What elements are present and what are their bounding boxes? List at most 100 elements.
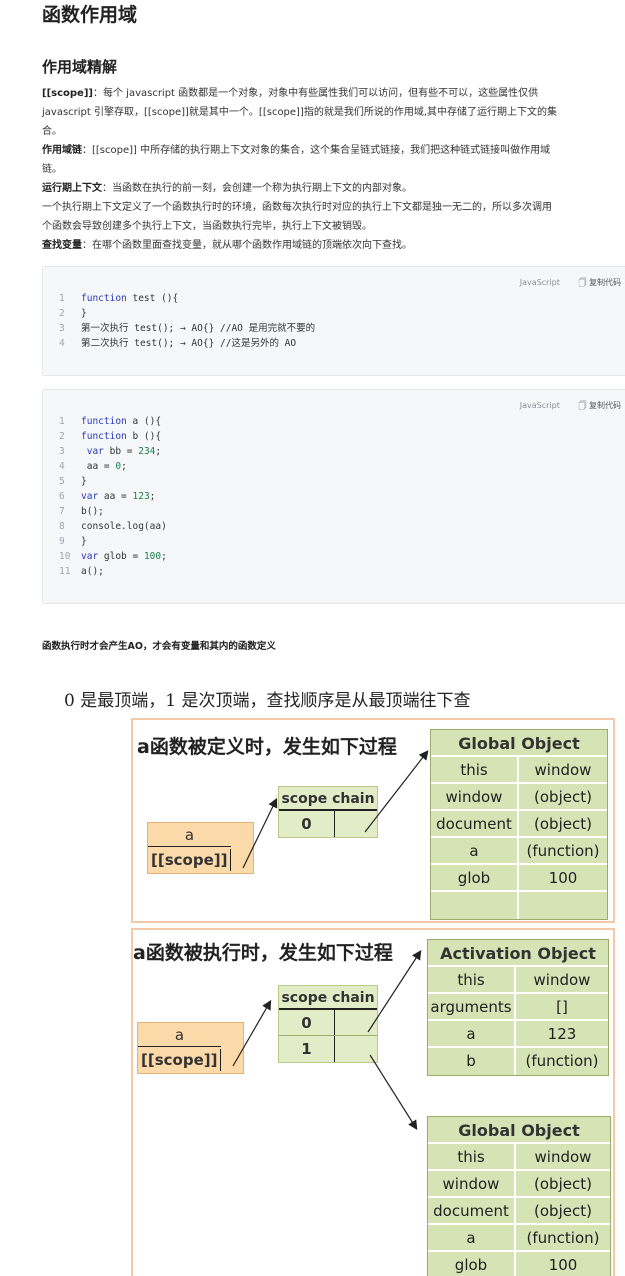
object-row: glob 100 [428,1252,610,1276]
code-line: 2 function b (){ [55,429,167,444]
scope-chain-pointer [335,811,377,837]
page-title: 函数作用域 [42,4,138,26]
scope-chain-title: scope chain [279,986,377,1010]
lookup-term: 查找变量 [42,240,82,251]
context-more-2: 个函数会导致创建多个执行上下文，当函数执行完毕，执行上下文被销毁。 [42,221,372,232]
activation-object-table: Activation Object this window arguments[] a… [427,939,609,1076]
scope-chain-row: 0 [279,1010,377,1036]
object-key: this [428,1144,516,1169]
object-value: 123 [547,1025,577,1043]
scope-chain-index: 0 [279,1010,335,1035]
chain-desc-2: 链。 [42,164,62,175]
line-number: 5 [59,476,65,487]
scope-chain-pointer [335,1010,377,1035]
code-line: 2} [55,306,315,321]
object-value: (object) [534,1175,592,1193]
code-toolbar-2: JavaScript 🗍 复制代码 [520,400,621,414]
object-row: this window [428,1144,610,1171]
context-more-1: 一个执行期上下文定义了一个函数执行时的环境，函数每次执行时对应的执行上下文都是独… [42,202,552,213]
scope-chain-box: scope chain 0 [278,786,378,838]
activation-object-title: Activation Object [428,940,608,967]
object-row: b (function) [428,1048,608,1075]
code-language-label: JavaScript [519,278,560,287]
code-text: } [81,476,87,487]
scope-term: [[scope]] [42,88,93,99]
line-number: 2 [59,308,65,319]
lookup-desc: ：在哪个函数里面查找变量，就从哪个函数作用域链的顶端依次向下查找。 [82,240,412,251]
context-desc: ：当函数在执行的前一刻，会创建一个称为执行期上下文的内部对象。 [102,183,412,194]
object-key: this [431,757,519,782]
definition-panel: a函数被定义时，发生如下过程 a [[scope]] scope chain 0… [131,718,615,923]
object-value: (object) [534,1202,592,1220]
scope-paragraph: [[scope]]：每个 javascript 函数都是一个对象，对象中有些属性… [42,84,625,141]
object-row: window (object) [428,1171,610,1198]
function-a-name: a [138,1023,221,1047]
copy-code-button[interactable]: 🗍 复制代码 [578,278,621,287]
object-value: 100 [548,869,578,887]
scope-chain-title: scope chain [279,787,377,811]
ao-note: 函数执行时才会产生AO，才会有变量和其内的函数定义 [42,641,276,652]
scope-desc-3: 合。 [42,126,62,137]
object-value: window [534,1148,592,1166]
definition-panel-title: a函数被定义时，发生如下过程 [137,736,397,758]
line-number: 9 [59,536,65,547]
execution-panel: a函数被执行时，发生如下过程 a [[scope]] scope chain 0… [131,928,615,1276]
object-key: glob [428,1252,516,1276]
object-row: a 123 [428,1021,608,1048]
scope-chain-box: scope chain 0 1 [278,985,378,1063]
function-a-scope-label: [[scope]] [141,1051,218,1069]
object-key: document [431,811,519,836]
line-number: 11 [59,566,71,577]
object-row: this window [428,967,608,994]
function-a-box: a [[scope]] [147,822,254,874]
object-key: this [428,967,516,992]
scope-chain-pointer [335,1036,377,1062]
object-value: (object) [534,815,592,833]
function-a-name: a [148,823,231,847]
object-key: window [431,784,519,809]
object-key: window [428,1171,516,1196]
code-line: 10 var glob = 100; [55,549,167,564]
chain-term: 作用域链 [42,145,82,156]
code-text: var aa = 123; [81,491,156,502]
object-value: (object) [534,788,592,806]
context-term: 运行期上下文 [42,183,102,194]
object-value: [] [556,998,568,1016]
line-number: 4 [59,338,65,349]
global-object-title: Global Object [431,730,607,757]
object-key: a [428,1225,516,1250]
line-number: 10 [59,551,71,562]
code-text: a(); [81,566,104,577]
line-number: 6 [59,491,65,502]
code-line: 5} [55,474,167,489]
scope-chain-index: 1 [279,1036,335,1062]
object-key: document [428,1198,516,1223]
execution-panel-title: a函数被执行时，发生如下过程 [133,942,393,964]
global-object-title: Global Object [428,1117,610,1144]
scope-chain-index: 0 [279,811,335,837]
code-line: 4 第二次执行 test(); → AO{} //这是另外的 AO [55,336,315,351]
code-line: 11 a(); [55,564,167,579]
scope-desc-2: javascript 引擎存取，[[scope]]就是其中一个。[[scope]… [42,107,558,118]
code-block-2: JavaScript 🗍 复制代码 1 function a (){2 functi… [42,389,625,604]
code-text: 第一次执行 test(); → AO{} //AO 是用完就不要的 [81,323,316,334]
object-value: window [533,971,591,989]
code-text: b(); [81,506,104,517]
line-number: 1 [59,416,65,427]
function-a-box: a [[scope]] [137,1022,244,1074]
code-text: 第二次执行 test(); → AO{} //这是另外的 AO [81,338,297,349]
code-text: } [81,308,87,319]
code-toolbar-1: JavaScript 🗍 复制代码 [520,277,621,291]
line-number: 1 [59,293,65,304]
global-object-table: Global Object this window window (object) do… [427,1116,611,1276]
code-line: 6 var aa = 123; [55,489,167,504]
object-value: 100 [548,1256,578,1274]
code-language-label: JavaScript [519,401,560,410]
line-number: 2 [59,431,65,442]
object-row: arguments [] [428,994,608,1021]
line-number: 3 [59,323,65,334]
object-value: (function) [525,1052,599,1070]
code-line: 1 function a (){ [55,414,167,429]
object-value [519,892,607,919]
copy-code-button[interactable]: 🗍 复制代码 [578,401,621,410]
